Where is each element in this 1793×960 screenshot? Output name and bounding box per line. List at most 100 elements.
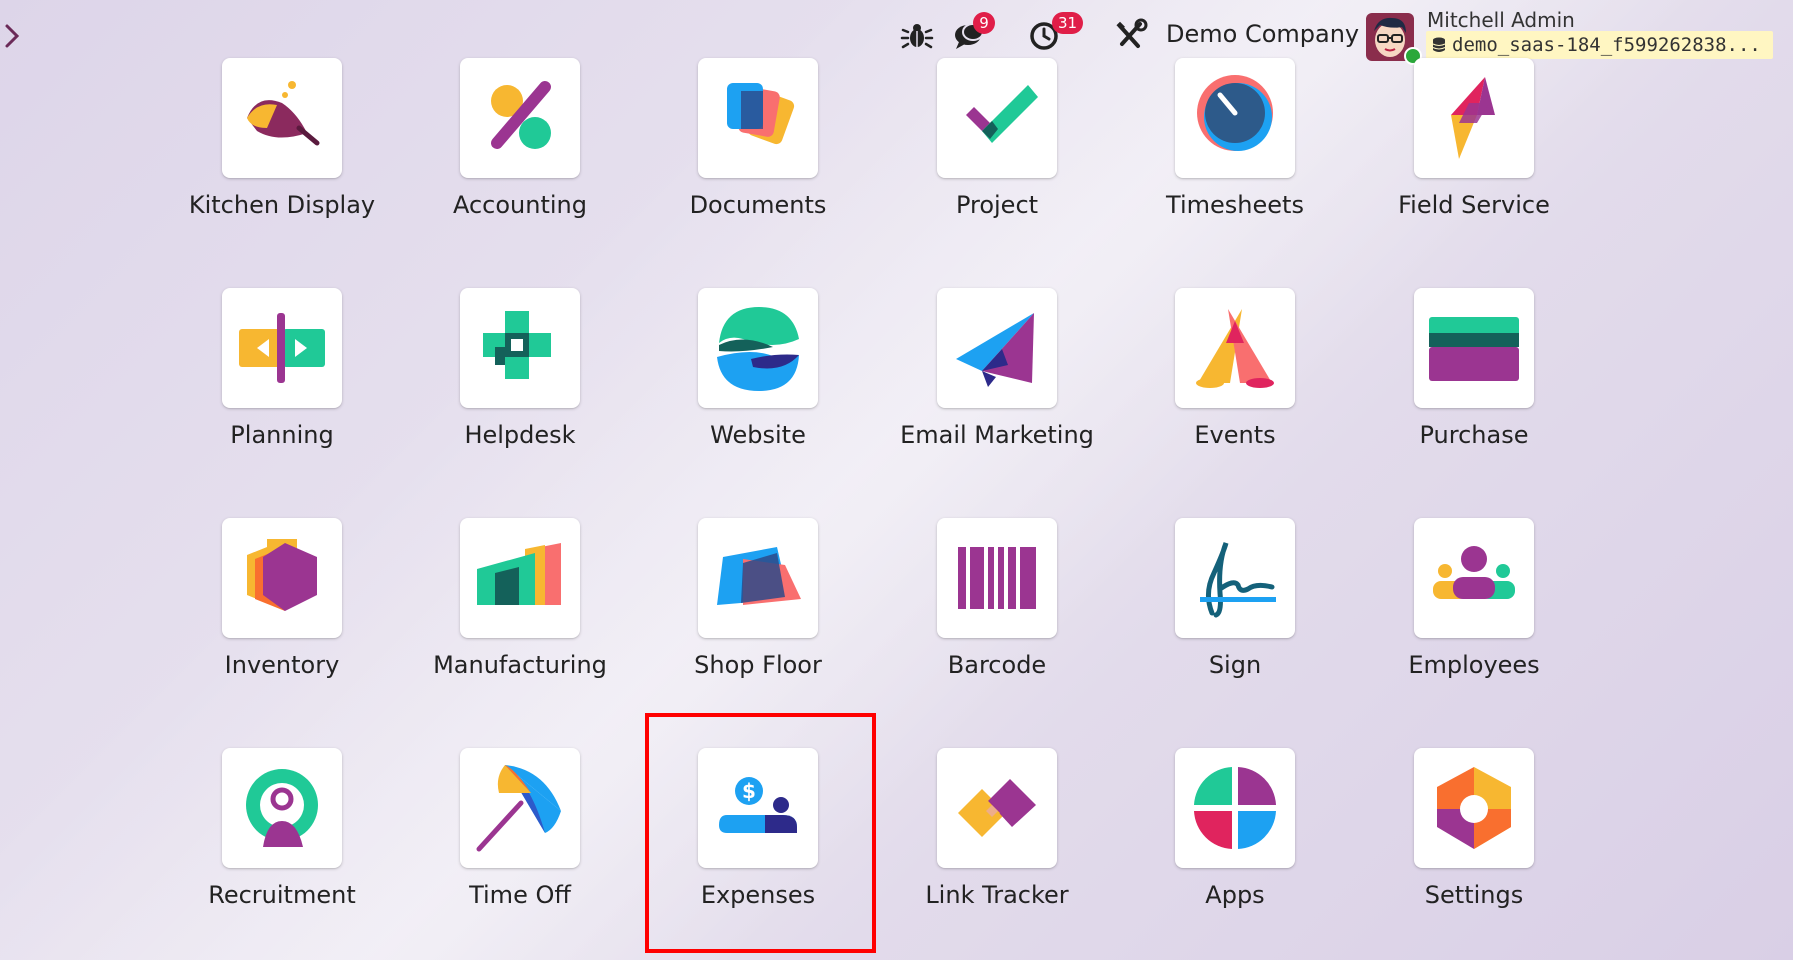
app-tile — [460, 518, 580, 638]
app-time-off[interactable]: Time Off — [400, 748, 640, 948]
employees-icon — [1433, 546, 1515, 599]
app-purchase[interactable]: Purchase — [1354, 288, 1594, 488]
app-tile — [937, 518, 1057, 638]
app-label: Accounting — [452, 191, 587, 219]
app-tile — [460, 748, 580, 868]
chat-bubbles-icon[interactable]: 9 — [951, 12, 995, 52]
wrench-screwdriver-icon[interactable] — [1114, 18, 1152, 52]
app-field-service[interactable]: Field Service — [1354, 58, 1594, 258]
user-name[interactable]: Mitchell Admin — [1427, 8, 1575, 32]
app-label: Apps — [1205, 881, 1265, 909]
app-shop-floor[interactable]: Shop Floor — [638, 518, 878, 718]
app-tile — [1414, 288, 1534, 408]
app-accounting[interactable]: Accounting — [400, 58, 640, 258]
barcode-icon — [958, 547, 1036, 609]
app-tile — [460, 288, 580, 408]
app-employees[interactable]: Employees — [1354, 518, 1594, 718]
app-tile — [698, 288, 818, 408]
app-label: Shop Floor — [694, 651, 822, 679]
bug-icon[interactable] — [900, 18, 938, 52]
app-kitchen-display[interactable]: Kitchen Display — [162, 58, 402, 258]
app-label: Website — [710, 421, 806, 449]
app-label: Recruitment — [208, 881, 356, 909]
database-label: demo_saas-184_f599262838... — [1452, 34, 1761, 56]
kitchen-display-icon — [247, 81, 320, 146]
app-label: Planning — [230, 421, 334, 449]
app-label: Barcode — [947, 651, 1047, 679]
app-events[interactable]: Events — [1115, 288, 1355, 488]
app-tile: $ — [698, 748, 818, 868]
app-expenses[interactable]: $ Expenses — [638, 748, 878, 948]
app-tile — [937, 288, 1057, 408]
apps-icon — [1194, 767, 1276, 849]
project-icon — [966, 85, 1038, 143]
app-inventory[interactable]: Inventory — [162, 518, 402, 718]
app-tile — [222, 288, 342, 408]
chevron-right-icon[interactable] — [2, 20, 24, 52]
app-label: Events — [1194, 421, 1276, 449]
helpdesk-icon — [483, 311, 551, 379]
app-tile — [1175, 288, 1295, 408]
app-tile — [937, 748, 1057, 868]
app-label: Expenses — [700, 881, 816, 909]
app-label: Time Off — [469, 881, 571, 909]
purchase-icon — [1429, 317, 1519, 381]
app-recruitment[interactable]: Recruitment — [162, 748, 402, 948]
app-tile — [937, 58, 1057, 178]
sign-icon — [1200, 542, 1276, 618]
activities-badge: 31 — [1052, 12, 1084, 34]
app-tile — [1175, 518, 1295, 638]
clock-icon[interactable]: 31 — [1028, 12, 1084, 52]
app-label: Kitchen Display — [188, 191, 376, 219]
app-barcode[interactable]: Barcode — [877, 518, 1117, 718]
app-tile — [698, 518, 818, 638]
app-link-tracker[interactable]: Link Tracker — [877, 748, 1117, 948]
app-label: Helpdesk — [464, 421, 576, 449]
app-tile — [222, 58, 342, 178]
expenses-icon: $ — [719, 777, 797, 833]
app-website[interactable]: Website — [638, 288, 878, 488]
app-tile — [222, 518, 342, 638]
app-label: Documents — [689, 191, 827, 219]
documents-icon — [727, 83, 795, 145]
app-tile — [698, 58, 818, 178]
accounting-icon — [491, 81, 551, 149]
recruitment-icon — [246, 769, 318, 847]
database-name: demo_saas-184_f599262838... — [1426, 31, 1773, 59]
app-label: Purchase — [1419, 421, 1529, 449]
database-icon — [1432, 37, 1446, 52]
app-label: Email Marketing — [900, 421, 1094, 449]
app-tile — [222, 748, 342, 868]
app-manufacturing[interactable]: Manufacturing — [400, 518, 640, 718]
app-helpdesk[interactable]: Helpdesk — [400, 288, 640, 488]
timesheets-icon — [1197, 75, 1273, 151]
time-off-icon — [476, 765, 561, 852]
planning-icon — [239, 313, 325, 383]
app-documents[interactable]: Documents — [638, 58, 878, 258]
settings-icon — [1437, 767, 1511, 849]
app-tile — [1414, 518, 1534, 638]
app-email-marketing[interactable]: Email Marketing — [877, 288, 1117, 488]
avatar[interactable] — [1366, 13, 1422, 65]
app-tile — [1414, 58, 1534, 178]
email-marketing-icon — [956, 313, 1034, 387]
company-switcher[interactable]: Demo Company — [1166, 20, 1359, 48]
app-settings[interactable]: Settings — [1354, 748, 1594, 948]
inventory-icon — [247, 539, 317, 611]
app-label: Link Tracker — [925, 881, 1069, 909]
app-label: Manufacturing — [433, 651, 607, 679]
app-tile — [1414, 748, 1534, 868]
app-label: Timesheets — [1166, 191, 1304, 219]
app-sign[interactable]: Sign — [1115, 518, 1355, 718]
app-label: Settings — [1424, 881, 1524, 909]
app-planning[interactable]: Planning — [162, 288, 402, 488]
shop-floor-icon — [717, 547, 801, 605]
app-apps[interactable]: Apps — [1115, 748, 1355, 948]
app-label: Project — [955, 191, 1039, 219]
app-timesheets[interactable]: Timesheets — [1115, 58, 1355, 258]
app-project[interactable]: Project — [877, 58, 1117, 258]
app-tile — [460, 58, 580, 178]
app-label: Employees — [1408, 651, 1540, 679]
app-label: Inventory — [224, 651, 340, 679]
website-icon — [717, 307, 799, 391]
